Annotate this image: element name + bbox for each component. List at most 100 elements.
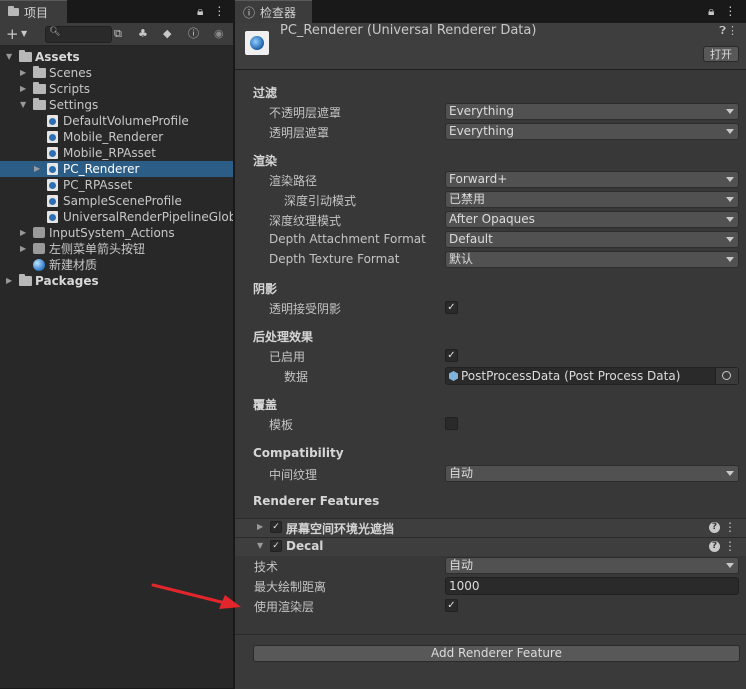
post-enabled-checkbox[interactable]: ✓ <box>445 349 458 362</box>
depth-attachment-dropdown[interactable]: Default <box>445 231 739 248</box>
depth-priming-value: 已禁用 <box>449 192 486 206</box>
tab-inspector[interactable]: ⓘ 检查器 <box>235 0 312 23</box>
tree-item[interactable]: PC_RPAsset <box>0 177 233 193</box>
feature-decal-toggle[interactable]: ✓ <box>270 540 282 552</box>
scene-search-icon[interactable]: ⧉ <box>114 26 122 42</box>
render-asset-icon <box>47 147 59 159</box>
decal-technique-dropdown[interactable]: 自动 <box>445 557 739 574</box>
chevron-right-icon[interactable]: ▶ <box>34 161 40 177</box>
max-draw-distance-label: 最大绘制距离 <box>254 580 327 594</box>
filter-type-icon[interactable]: ♣ <box>138 26 148 42</box>
help-icon[interactable]: ? <box>709 522 720 533</box>
help-icon[interactable]: ❓︎ <box>719 24 726 38</box>
chevron-down-icon[interactable]: ▼ <box>257 541 263 550</box>
tree-item[interactable]: ▶ PC_Renderer <box>0 161 233 177</box>
feature-ssao-toggle[interactable]: ✓ <box>270 521 282 533</box>
intermediate-texture-label: 中间纹理 <box>269 468 318 482</box>
feature-decal-header[interactable]: ▼ ✓ Decal ? ⋮ <box>235 537 746 556</box>
transparent-receive-shadows-checkbox[interactable]: ✓ <box>445 301 458 314</box>
annotation-arrow-icon <box>151 583 241 609</box>
chevron-down-icon[interactable]: ▼ <box>20 97 26 113</box>
max-draw-distance-field[interactable]: 1000 <box>445 577 739 595</box>
inspector-footer: Add Renderer Feature <box>235 634 746 689</box>
input-actions-icon <box>33 227 45 239</box>
lock-icon[interactable]: 🔒︎ <box>708 4 714 19</box>
kebab-menu-icon[interactable]: ⋮ <box>213 4 225 19</box>
transparent-mask-dropdown[interactable]: Everything <box>445 123 739 140</box>
kebab-menu-icon[interactable]: ⋮ <box>724 520 736 534</box>
decal-technique-value: 自动 <box>449 558 474 572</box>
project-tree: ▼ Assets ▶ Scenes ▶ Scripts ▼ Settings DefaultVo… <box>0 49 244 289</box>
object-picker-icon[interactable] <box>715 368 738 384</box>
tree-item[interactable]: ▼ Settings <box>0 97 233 113</box>
post-data-object-field[interactable]: PostProcessData (Post Process Data) <box>445 367 739 385</box>
chevron-down-icon[interactable]: ▼ <box>21 26 27 42</box>
rendering-path-dropdown[interactable]: Forward+ <box>445 171 739 188</box>
tree-item[interactable]: ▼ Assets <box>0 49 233 65</box>
depth-texture-format-label: Depth Texture Format <box>269 252 400 266</box>
project-toolbar: + ▼ 🔍︎ ⧉ ♣ ◆ ⓘ ◉ <box>0 23 233 46</box>
inspector-panel: ⓘ 检查器 🔒︎ ⋮ PC_Renderer (Universal Render… <box>235 0 746 689</box>
section-renderer-features-title: Renderer Features <box>253 494 380 508</box>
chevron-down-icon <box>726 237 734 242</box>
transparent-mask-label: 透明层遮罩 <box>269 126 330 140</box>
label-tag-icon[interactable]: ◆ <box>163 26 171 42</box>
tree-item-label: 新建材质 <box>49 258 98 272</box>
tree-item[interactable]: SampleSceneProfile <box>0 193 233 209</box>
depth-attachment-value: Default <box>449 232 493 246</box>
depth-texture-format-dropdown[interactable]: 默认 <box>445 251 739 268</box>
depth-texture-mode-dropdown[interactable]: After Opaques <box>445 211 739 228</box>
add-icon[interactable]: + <box>6 26 19 42</box>
tree-item[interactable]: ▶ Packages <box>0 273 233 289</box>
inspector-header: PC_Renderer (Universal Renderer Data) ❓︎… <box>235 23 746 70</box>
kebab-menu-icon[interactable]: ⋮ <box>724 4 736 19</box>
chevron-down-icon <box>726 257 734 262</box>
decal-technique-label: 技术 <box>254 560 279 574</box>
asset-cube-icon <box>449 371 458 381</box>
tree-item[interactable]: 新建材质 <box>0 257 233 273</box>
help-icon[interactable]: ? <box>709 541 720 552</box>
feature-ssao-header[interactable]: ▶ ✓ 屏幕空间环境光遮挡 ? ⋮ <box>235 518 746 537</box>
rendering-path-label: 渲染路径 <box>269 174 318 188</box>
visibility-eye-icon[interactable]: ◉ <box>214 26 224 42</box>
lock-icon[interactable]: 🔒︎ <box>197 4 203 19</box>
tab-project[interactable]: 项目 <box>0 0 67 23</box>
tree-item[interactable]: Mobile_Renderer <box>0 129 233 145</box>
intermediate-texture-dropdown[interactable]: 自动 <box>445 465 739 482</box>
chevron-right-icon[interactable]: ▶ <box>20 225 26 241</box>
add-renderer-feature-button[interactable]: Add Renderer Feature <box>253 645 740 662</box>
tree-item[interactable]: ▶ InputSystem_Actions <box>0 225 233 241</box>
chevron-right-icon[interactable]: ▶ <box>20 241 26 257</box>
post-enabled-label: 已启用 <box>269 350 306 364</box>
open-button[interactable]: 打开 <box>703 46 739 62</box>
depth-priming-dropdown[interactable]: 已禁用 <box>445 191 739 208</box>
tree-item-label: 左侧菜单箭头按钮 <box>49 242 146 256</box>
tree-item[interactable]: DefaultVolumeProfile <box>0 113 233 129</box>
depth-texture-format-value: 默认 <box>449 252 474 266</box>
alert-icon[interactable]: ⓘ <box>188 26 199 42</box>
search-field[interactable]: 🔍︎ <box>45 26 112 43</box>
chevron-right-icon[interactable]: ▶ <box>20 81 26 97</box>
chevron-right-icon[interactable]: ▶ <box>20 65 26 81</box>
post-data-label: 数据 <box>284 370 309 384</box>
tree-item[interactable]: ▶ Scenes <box>0 65 233 81</box>
chevron-right-icon[interactable]: ▶ <box>6 273 12 289</box>
tree-item-label: InputSystem_Actions <box>49 226 175 240</box>
opaque-mask-dropdown[interactable]: Everything <box>445 103 739 120</box>
folder-icon <box>33 82 46 95</box>
folder-icon <box>8 5 19 19</box>
tree-item[interactable]: UniversalRenderPipelineGloba <box>0 209 244 225</box>
chevron-down-icon[interactable]: ▼ <box>6 49 12 65</box>
use-rendering-layers-checkbox[interactable]: ✓ <box>445 599 458 612</box>
kebab-menu-icon[interactable]: ⋮ <box>727 24 738 37</box>
chevron-right-icon[interactable]: ▶ <box>257 522 263 531</box>
stencil-checkbox[interactable] <box>445 417 458 430</box>
tree-item[interactable]: ▶ Scripts <box>0 81 233 97</box>
folder-icon <box>33 66 46 79</box>
tree-item[interactable]: Mobile_RPAsset <box>0 145 233 161</box>
kebab-menu-icon[interactable]: ⋮ <box>724 539 736 553</box>
depth-texture-mode-label: 深度纹理模式 <box>269 214 342 228</box>
tree-item-label: SampleSceneProfile <box>63 194 182 208</box>
tree-item[interactable]: ▶ 左侧菜单箭头按钮 <box>0 241 233 257</box>
render-asset-icon <box>47 131 59 143</box>
